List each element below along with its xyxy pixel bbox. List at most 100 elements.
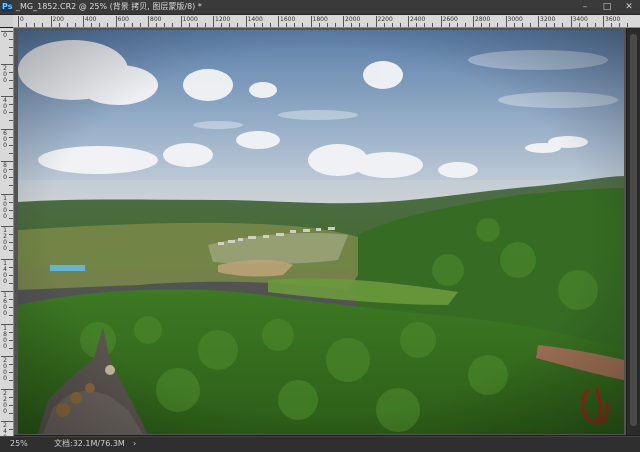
ruler-minor-tick [99, 23, 101, 27]
ruler-label: 0 [3, 32, 7, 39]
ruler-minor-tick [432, 23, 434, 27]
ruler-minor-tick [464, 23, 466, 27]
ruler-minor-tick [513, 23, 515, 27]
ruler-tick [343, 16, 344, 27]
ruler-tick [538, 16, 539, 27]
ruler-minor-tick [9, 242, 13, 244]
ruler-minor-tick [318, 23, 320, 27]
ruler-minor-tick [9, 404, 13, 406]
ruler-minor-tick [546, 23, 548, 27]
ruler-tick [570, 16, 572, 27]
ruler-origin-corner[interactable] [0, 15, 13, 27]
ruler-minor-tick [131, 23, 133, 27]
ruler-label: 2000 [345, 16, 361, 23]
ruler-minor-tick [9, 152, 13, 154]
ruler-tick [505, 16, 507, 27]
ruler-minor-tick [399, 23, 401, 27]
ruler-minor-tick [9, 315, 13, 317]
scrollbar-thumb[interactable] [630, 34, 637, 426]
ruler-tick [180, 16, 182, 27]
ruler-minor-tick [529, 23, 531, 27]
ruler-minor-tick [294, 23, 296, 27]
ruler-minor-tick [9, 266, 13, 268]
ruler-minor-tick [9, 169, 13, 171]
vertical-scrollbar[interactable] [627, 28, 640, 435]
ruler-minor-tick [481, 23, 483, 27]
ruler-minor-tick [302, 23, 304, 27]
ruler-minor-tick [9, 331, 13, 333]
ruler-label: 3600 [605, 16, 621, 23]
ruler-minor-tick [619, 23, 621, 27]
ruler-minor-tick [9, 104, 13, 106]
ruler-minor-tick [229, 23, 231, 27]
ruler-label: 2000 [3, 357, 7, 382]
maximize-button[interactable]: □ [596, 0, 618, 14]
title-bar: Ps _MG_1852.CR2 @ 25% (背景 拷贝, 图层蒙版/8) * … [0, 0, 640, 15]
ruler-minor-tick [9, 396, 13, 398]
ruler-minor-tick [66, 23, 68, 27]
ruler-label: 200 [3, 64, 7, 84]
ruler-label: 800 [150, 16, 162, 23]
ruler-minor-tick [9, 201, 13, 203]
ruler-minor-tick [9, 120, 13, 122]
minimize-button[interactable]: – [574, 0, 596, 14]
ruler-minor-tick [9, 274, 13, 276]
ruler-minor-tick [188, 23, 190, 27]
ruler-label: 1800 [312, 16, 328, 23]
ruler-minor-tick [123, 23, 125, 27]
ruler-tick [473, 16, 474, 27]
ruler-minor-tick [9, 307, 13, 309]
ruler-label: 1400 [3, 259, 7, 285]
ruler-minor-tick [456, 23, 458, 27]
ruler-label: 400 [85, 16, 97, 23]
ruler-minor-tick [221, 23, 223, 27]
horizontal-ruler[interactable]: 0 200 400 600 800 1000 1200 1400 1600 1800 2000 220… [13, 15, 640, 28]
ruler-minor-tick [164, 23, 166, 27]
ruler-label: 1600 [280, 16, 296, 23]
ruler-minor-tick [383, 23, 385, 27]
ruler-minor-tick [286, 23, 288, 27]
ruler-minor-tick [586, 23, 588, 27]
ruler-tick [278, 16, 279, 27]
ruler-minor-tick [172, 23, 174, 27]
close-button[interactable]: ✕ [618, 0, 640, 14]
ruler-minor-tick [196, 23, 198, 27]
document-title: _MG_1852.CR2 @ 25% (背景 拷贝, 图层蒙版/8) * [16, 2, 202, 11]
ruler-minor-tick [9, 112, 13, 114]
zoom-level[interactable]: 25% [10, 437, 28, 451]
ruler-tick [213, 16, 214, 27]
ruler-minor-tick [139, 23, 141, 27]
status-bar: 25% 文档:32.1M/76.3M › [0, 436, 640, 452]
ruler-minor-tick [9, 299, 13, 301]
ruler-label: 600 [117, 16, 129, 23]
ruler-minor-tick [9, 136, 13, 138]
ruler-minor-tick [334, 23, 336, 27]
ruler-minor-tick [391, 23, 393, 27]
ruler-minor-tick [9, 429, 13, 431]
ruler-minor-tick [9, 234, 13, 236]
ruler-minor-tick [489, 23, 491, 27]
photoshop-icon: Ps [2, 2, 13, 12]
landscape-image [18, 30, 624, 434]
ruler-minor-tick [253, 23, 255, 27]
landscape-photo[interactable] [18, 30, 624, 434]
ruler-minor-tick [9, 347, 13, 349]
status-menu-arrow-icon[interactable]: › [133, 437, 136, 451]
ruler-minor-tick [497, 23, 499, 27]
ruler-minor-tick [326, 23, 328, 27]
ruler-minor-tick [156, 23, 158, 27]
ruler-tick [115, 16, 117, 27]
ruler-label: 1600 [3, 292, 7, 317]
ruler-minor-tick [74, 23, 76, 27]
ruler-minor-tick [9, 412, 13, 414]
ruler-label: 600 [3, 129, 7, 149]
vertical-ruler[interactable]: 0 200 400 600 800 1000 1200 1400 1600 1800 2000 220… [0, 28, 14, 447]
ruler-tick [83, 16, 84, 27]
ruler-minor-tick [627, 23, 629, 27]
ruler-minor-tick [91, 23, 93, 27]
ruler-minor-tick [9, 87, 13, 89]
ruler-minor-tick [578, 23, 580, 27]
ruler-minor-tick [9, 47, 13, 49]
ruler-minor-tick [204, 23, 206, 27]
ruler-label: 2200 [377, 16, 393, 23]
